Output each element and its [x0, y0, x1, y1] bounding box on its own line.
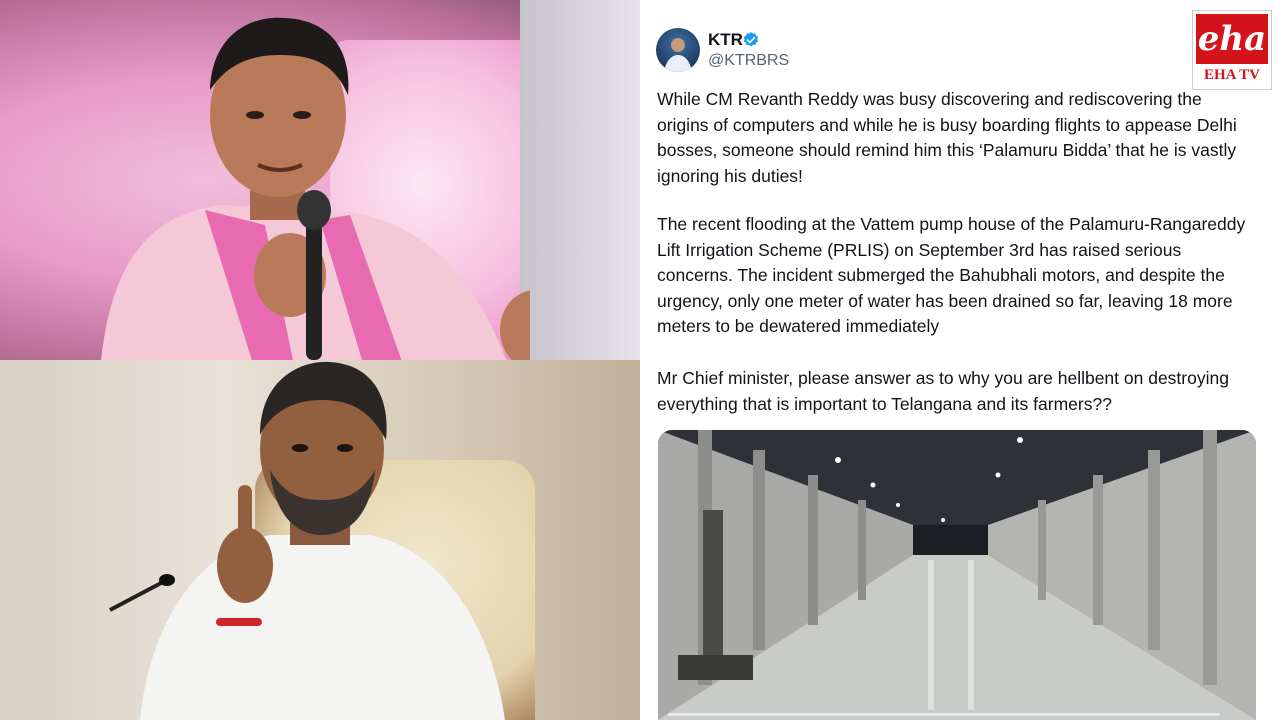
tweet-text-paragraph-1: While CM Revanth Reddy was busy discover… — [657, 89, 1237, 186]
microphone-icon — [109, 574, 175, 612]
video-progress-bar[interactable] — [668, 713, 1220, 716]
tweet-text-paragraph-3: Mr Chief minister, please answer as to w… — [657, 368, 1229, 414]
logo-mark: eha — [1196, 14, 1268, 64]
tweet-text-paragraph-2: The recent flooding at the Vattem pump h… — [657, 214, 1246, 336]
logo-text: EHA TV — [1204, 67, 1260, 83]
verified-badge-icon — [743, 32, 759, 47]
speaker-figure — [101, 17, 530, 360]
author-handle[interactable]: @KTRBRS — [708, 52, 789, 70]
flooded-tunnel-scene — [658, 430, 1256, 720]
tweet-video[interactable] — [658, 430, 1256, 720]
eha-tv-logo: eha EHA TV — [1192, 10, 1272, 90]
background-wall — [520, 0, 640, 360]
ktr-photo — [0, 0, 640, 360]
author-name[interactable]: KTR — [708, 30, 743, 50]
author-avatar[interactable] — [656, 28, 700, 72]
avatar-portrait-icon — [664, 38, 692, 72]
pointing-figure — [140, 361, 505, 720]
revanth-photo — [0, 360, 640, 720]
